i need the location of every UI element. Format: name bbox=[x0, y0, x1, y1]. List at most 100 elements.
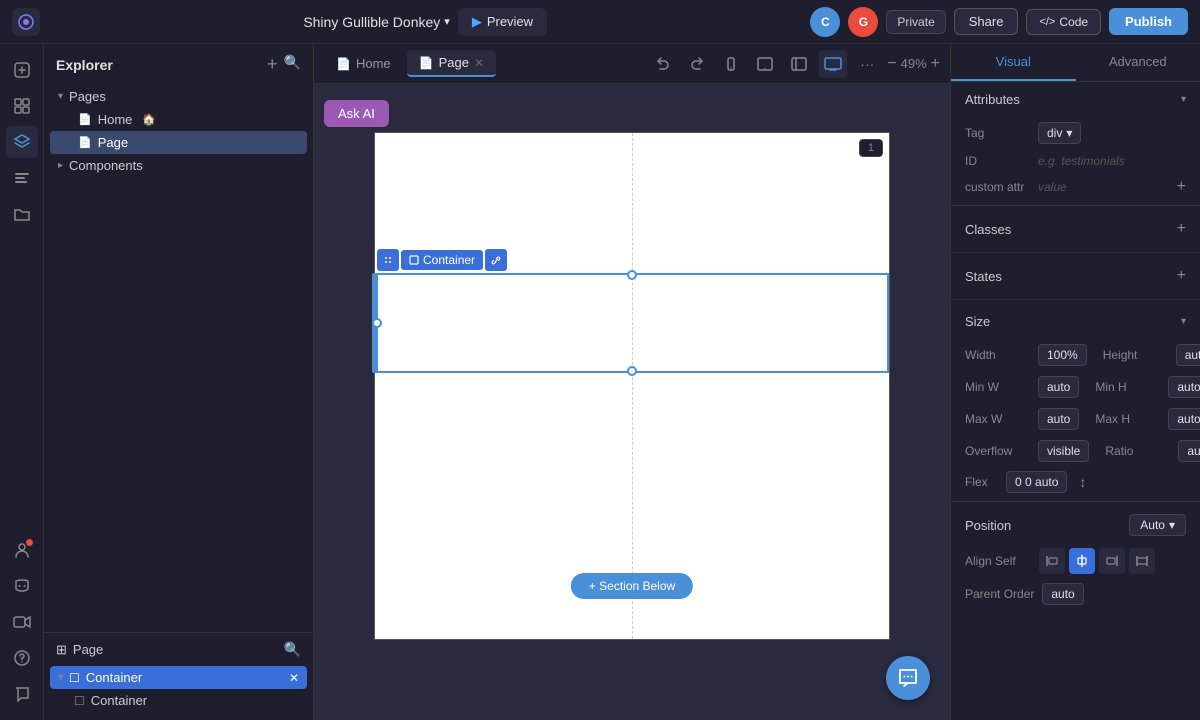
canvas-viewport[interactable]: Ask AI 1 bbox=[314, 84, 950, 720]
publish-button[interactable]: Publish bbox=[1109, 8, 1188, 35]
container-box-icon: ☐ bbox=[69, 671, 80, 685]
child-container-icon: ☐ bbox=[74, 694, 85, 708]
pages-header[interactable]: ▾ Pages bbox=[50, 85, 307, 108]
avatar-c[interactable]: C bbox=[810, 7, 840, 37]
tree-item-home[interactable]: 📄 Home 🏠 bbox=[50, 108, 307, 131]
container-label-badge[interactable]: Container bbox=[401, 250, 483, 270]
more-options-button[interactable]: ··· bbox=[853, 50, 881, 78]
frame-counter: 1 bbox=[859, 139, 883, 157]
position-select[interactable]: Auto ▾ bbox=[1129, 514, 1186, 536]
add-attr-icon[interactable]: + bbox=[1177, 178, 1186, 196]
sidebar-icon-help[interactable] bbox=[6, 642, 38, 674]
redo-button[interactable] bbox=[683, 50, 711, 78]
mobile-view-button[interactable] bbox=[717, 50, 745, 78]
sidebar-icon-styles[interactable] bbox=[6, 162, 38, 194]
components-chevron: ▸ bbox=[58, 160, 63, 171]
size-header[interactable]: Size ▾ bbox=[951, 304, 1200, 339]
layer-close-icon[interactable]: ✕ bbox=[289, 671, 299, 685]
sidebar-icon-add[interactable] bbox=[6, 54, 38, 86]
tablet-view-button[interactable] bbox=[751, 50, 779, 78]
container-selection-box[interactable]: Container bbox=[375, 273, 889, 373]
tab-page[interactable]: 📄 Page ✕ bbox=[407, 50, 496, 77]
resize-handle-bottom[interactable] bbox=[627, 366, 637, 376]
sidebar-icon-grid[interactable] bbox=[6, 90, 38, 122]
layer-header: ⊞ Page 🔍 bbox=[44, 633, 313, 666]
overflow-value[interactable]: visible bbox=[1038, 440, 1089, 462]
zoom-in-button[interactable]: + bbox=[931, 55, 940, 73]
zoom-out-button[interactable]: − bbox=[887, 55, 896, 73]
container-link-button[interactable] bbox=[485, 249, 507, 271]
file-tree: ▾ Pages 📄 Home 🏠 📄 Page ▸ Components bbox=[44, 85, 313, 632]
share-button[interactable]: Share bbox=[954, 8, 1019, 35]
canvas-toolbar: 📄 Home 📄 Page ✕ bbox=[314, 44, 950, 84]
parent-order-row: Parent Order auto bbox=[951, 578, 1200, 610]
classes-add-icon[interactable]: + bbox=[1177, 220, 1186, 238]
avatar-g[interactable]: G bbox=[848, 7, 878, 37]
classes-header[interactable]: Classes + bbox=[951, 210, 1200, 248]
overflow-row: Overflow visible Ratio au... bbox=[951, 435, 1200, 467]
toolbar-right: ··· − 49% + bbox=[649, 50, 940, 78]
project-name[interactable]: Shiny Gullible Donkey ▾ bbox=[303, 14, 450, 30]
layer-search-icon[interactable]: 🔍 bbox=[284, 641, 301, 658]
min-row: Min W auto Min H auto bbox=[951, 371, 1200, 403]
sidebar-icon-folder[interactable] bbox=[6, 198, 38, 230]
divider-3 bbox=[951, 299, 1200, 300]
ask-ai-button[interactable]: Ask AI bbox=[324, 100, 389, 127]
parent-order-value[interactable]: auto bbox=[1042, 583, 1083, 605]
sidebar-icon-user[interactable] bbox=[6, 534, 38, 566]
add-section-button[interactable]: + Section Below bbox=[571, 573, 693, 599]
max-h-value[interactable]: auto bbox=[1168, 408, 1200, 430]
chat-button[interactable] bbox=[886, 656, 930, 700]
flex-value[interactable]: 0 0 auto bbox=[1006, 471, 1067, 493]
zoom-level[interactable]: 49% bbox=[901, 56, 927, 71]
layer-item-container[interactable]: ▾ ☐ Container ✕ bbox=[50, 666, 307, 689]
width-value[interactable]: 100% bbox=[1038, 344, 1087, 366]
states-header[interactable]: States + bbox=[951, 257, 1200, 295]
tab-visual[interactable]: Visual bbox=[951, 44, 1076, 81]
ratio-value[interactable]: au... bbox=[1178, 440, 1200, 462]
private-button[interactable]: Private bbox=[886, 10, 945, 34]
tab-advanced[interactable]: Advanced bbox=[1076, 44, 1200, 81]
tab-close-icon[interactable]: ✕ bbox=[474, 56, 484, 70]
canvas-frame[interactable]: 1 Containe bbox=[374, 132, 890, 640]
states-add-icon[interactable]: + bbox=[1177, 267, 1186, 285]
undo-button[interactable] bbox=[649, 50, 677, 78]
explorer-search-icon[interactable]: 🔍 bbox=[284, 54, 301, 75]
code-button[interactable]: </> Code bbox=[1026, 9, 1101, 35]
attributes-header[interactable]: Attributes ▾ bbox=[951, 82, 1200, 117]
tree-item-page[interactable]: 📄 Page bbox=[50, 131, 307, 154]
drag-handle[interactable] bbox=[377, 249, 399, 271]
resize-handle-top[interactable] bbox=[627, 270, 637, 280]
resize-handle-left[interactable] bbox=[372, 318, 382, 328]
sidebar-icon-chat[interactable] bbox=[6, 678, 38, 710]
align-start-button[interactable] bbox=[1039, 548, 1065, 574]
custom-attr-value[interactable]: value bbox=[1038, 180, 1067, 194]
min-h-value[interactable]: auto bbox=[1168, 376, 1200, 398]
tab-home[interactable]: 📄 Home bbox=[324, 51, 403, 76]
desktop-view-button[interactable] bbox=[819, 50, 847, 78]
position-header: Position Auto ▾ bbox=[951, 506, 1200, 544]
sidebar-icon-video[interactable] bbox=[6, 606, 38, 638]
layer-item-container-child[interactable]: ☐ Container bbox=[50, 689, 307, 712]
align-center-button[interactable] bbox=[1069, 548, 1095, 574]
id-label: ID bbox=[965, 154, 1030, 168]
tag-label: Tag bbox=[965, 126, 1030, 140]
preview-button[interactable]: ▶ Preview bbox=[458, 8, 547, 36]
tag-select[interactable]: div ▾ bbox=[1038, 122, 1081, 144]
topbar: Shiny Gullible Donkey ▾ ▶ Preview C G Pr… bbox=[0, 0, 1200, 44]
explorer-add-icon[interactable]: + bbox=[267, 54, 278, 75]
components-header[interactable]: ▸ Components bbox=[50, 154, 307, 177]
align-end-button[interactable] bbox=[1099, 548, 1125, 574]
max-w-value[interactable]: auto bbox=[1038, 408, 1079, 430]
align-stretch-button[interactable] bbox=[1129, 548, 1155, 574]
cursor-indicator bbox=[654, 394, 656, 396]
min-w-value[interactable]: auto bbox=[1038, 376, 1079, 398]
logo-icon[interactable] bbox=[12, 8, 40, 36]
sidebar-icon-layers[interactable] bbox=[6, 126, 38, 158]
id-input[interactable]: e.g. testimonials bbox=[1038, 154, 1125, 168]
flex-direction-icon[interactable]: ↕ bbox=[1079, 474, 1086, 490]
sidebar-icon-discord[interactable] bbox=[6, 570, 38, 602]
height-value[interactable]: auto bbox=[1176, 344, 1200, 366]
sidebar-view-button[interactable] bbox=[785, 50, 813, 78]
tag-dropdown-icon: ▾ bbox=[1066, 126, 1072, 140]
